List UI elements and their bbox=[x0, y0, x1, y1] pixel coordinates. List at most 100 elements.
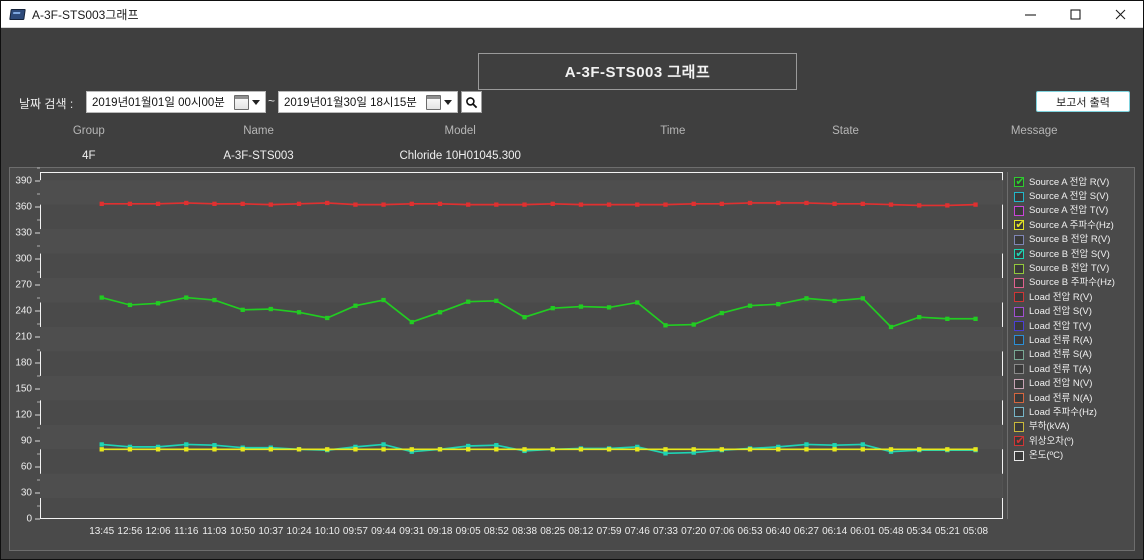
table-row[interactable]: 4F A-3F-STS003 Chloride 10H01045.300 bbox=[1, 150, 1143, 162]
legend-item[interactable]: Source A 전압 S(V) bbox=[1008, 189, 1130, 203]
legend-checkbox[interactable] bbox=[1014, 364, 1024, 374]
legend-checkbox[interactable] bbox=[1014, 292, 1024, 302]
legend-item[interactable]: 온도(ºC) bbox=[1008, 448, 1130, 462]
chart-data-point bbox=[720, 311, 724, 315]
chart-plot-area[interactable] bbox=[40, 172, 1003, 498]
cell-time bbox=[580, 150, 766, 162]
chart-data-point bbox=[128, 303, 132, 307]
chart-data-point bbox=[381, 442, 385, 446]
chart-data-point bbox=[945, 203, 949, 207]
y-axis-tick-label: 390 bbox=[15, 175, 32, 186]
legend-checkbox[interactable] bbox=[1014, 321, 1024, 331]
legend-checkbox[interactable]: ✔ bbox=[1014, 220, 1024, 230]
legend-checkbox[interactable] bbox=[1014, 264, 1024, 274]
chart-data-point bbox=[269, 447, 273, 451]
chart-data-point bbox=[494, 443, 498, 447]
column-header-group[interactable]: Group bbox=[1, 125, 177, 137]
legend-item[interactable]: ✔ Source A 전압 R(V) bbox=[1008, 175, 1130, 189]
y-axis-tick-label: 60 bbox=[21, 461, 32, 472]
legend-checkbox[interactable] bbox=[1014, 379, 1024, 389]
calendar-icon bbox=[426, 95, 441, 110]
legend-checkbox[interactable] bbox=[1014, 393, 1024, 403]
legend-item[interactable]: ✔Source B 전압 S(V) bbox=[1008, 247, 1130, 261]
cell-message bbox=[925, 150, 1143, 162]
chart-data-point bbox=[635, 202, 639, 206]
device-grid: Group Name Model Time State Message 4F A… bbox=[1, 119, 1143, 167]
legend-item-label: Load 전류 T(A) bbox=[1029, 364, 1091, 375]
date-to-picker[interactable]: 2019년01월30일 18시15분 bbox=[278, 91, 458, 113]
legend-item-label: 위상오차(º) bbox=[1029, 436, 1074, 447]
chart-data-point bbox=[861, 296, 865, 300]
legend-checkbox[interactable] bbox=[1014, 422, 1024, 432]
chart-data-point bbox=[832, 443, 836, 447]
legend-checkbox[interactable]: ✔ bbox=[1014, 177, 1024, 187]
chart-data-point bbox=[241, 308, 245, 312]
legend-checkbox[interactable] bbox=[1014, 235, 1024, 245]
search-button[interactable] bbox=[461, 91, 482, 113]
legend-checkbox[interactable]: ✔ bbox=[1014, 249, 1024, 259]
legend-item[interactable]: ✔ 위상오차(º) bbox=[1008, 434, 1130, 448]
chart-data-point bbox=[748, 201, 752, 205]
legend-item[interactable]: Load 전압 S(V) bbox=[1008, 305, 1130, 319]
column-header-message[interactable]: Message bbox=[925, 125, 1143, 137]
legend-checkbox[interactable] bbox=[1014, 407, 1024, 417]
legend-checkbox[interactable] bbox=[1014, 350, 1024, 360]
legend-item[interactable]: Load 전류 T(A) bbox=[1008, 362, 1130, 376]
y-axis-tick-label: 360 bbox=[15, 201, 32, 212]
x-axis-tick-label: 10:37 bbox=[258, 526, 283, 537]
legend-item[interactable]: Source B 전압 R(V) bbox=[1008, 233, 1130, 247]
legend-checkbox[interactable] bbox=[1014, 206, 1024, 216]
chevron-down-icon[interactable] bbox=[444, 100, 452, 105]
legend-item[interactable]: Load 전류 N(A) bbox=[1008, 391, 1130, 405]
chart-data-point bbox=[663, 323, 667, 327]
chart-data-point bbox=[128, 202, 132, 206]
legend-checkbox[interactable] bbox=[1014, 307, 1024, 317]
legend-item[interactable]: Load 전압 R(V) bbox=[1008, 290, 1130, 304]
x-axis-tick-label: 09:57 bbox=[343, 526, 368, 537]
legend-item[interactable]: Load 전류 S(A) bbox=[1008, 348, 1130, 362]
legend-item-label: Source A 전압 R(V) bbox=[1029, 177, 1109, 188]
legend-item[interactable]: Load 전압 T(V) bbox=[1008, 319, 1130, 333]
date-from-picker[interactable]: 2019년01월01일 00시00분 bbox=[86, 91, 266, 113]
legend-item[interactable]: Load 전류 R(A) bbox=[1008, 333, 1130, 347]
chart-data-point bbox=[663, 447, 667, 451]
y-axis-tick-label: 270 bbox=[15, 279, 32, 290]
chart-data-point bbox=[522, 315, 526, 319]
legend-checkbox[interactable] bbox=[1014, 451, 1024, 461]
chart-data-point bbox=[353, 447, 357, 451]
legend-item-label: Source B 전압 R(V) bbox=[1029, 234, 1110, 245]
legend-item[interactable]: Source B 전압 T(V) bbox=[1008, 261, 1130, 275]
legend-item[interactable]: Source B 주파수(Hz) bbox=[1008, 276, 1130, 290]
legend-checkbox[interactable] bbox=[1014, 192, 1024, 202]
chart-band bbox=[40, 327, 1003, 351]
legend-checkbox[interactable] bbox=[1014, 278, 1024, 288]
chart-data-point bbox=[100, 442, 104, 446]
legend-checkbox[interactable] bbox=[1014, 335, 1024, 345]
column-header-time[interactable]: Time bbox=[580, 125, 766, 137]
column-header-model[interactable]: Model bbox=[340, 125, 580, 137]
chart-data-point bbox=[945, 317, 949, 321]
chevron-down-icon[interactable] bbox=[252, 100, 260, 105]
date-range-separator: ~ bbox=[268, 94, 275, 108]
y-axis-tick-label: 300 bbox=[15, 253, 32, 264]
column-header-name[interactable]: Name bbox=[177, 125, 341, 137]
chart-data-point bbox=[381, 298, 385, 302]
legend-item[interactable]: ✔Source A 주파수(Hz) bbox=[1008, 218, 1130, 232]
chart-data-point bbox=[212, 202, 216, 206]
legend-item[interactable]: Load 주파수(Hz) bbox=[1008, 405, 1130, 419]
legend-item[interactable]: Source A 전압 T(V) bbox=[1008, 204, 1130, 218]
legend-item-label: Source A 전압 S(V) bbox=[1029, 191, 1109, 202]
legend-item-label: Load 전류 N(A) bbox=[1029, 393, 1092, 404]
chart-data-point bbox=[804, 442, 808, 446]
report-export-button[interactable]: 보고서 출력 bbox=[1036, 91, 1130, 112]
legend-item[interactable]: 부하(kVA) bbox=[1008, 420, 1130, 434]
y-axis-tick-label: 150 bbox=[15, 383, 32, 394]
column-header-state[interactable]: State bbox=[766, 125, 926, 137]
chart-data-point bbox=[128, 447, 132, 451]
minimize-button[interactable] bbox=[1008, 1, 1053, 27]
x-axis-tick-label: 06:14 bbox=[822, 526, 847, 537]
maximize-button[interactable] bbox=[1053, 1, 1098, 27]
legend-checkbox[interactable]: ✔ bbox=[1014, 436, 1024, 446]
legend-item[interactable]: Load 전압 N(V) bbox=[1008, 376, 1130, 390]
close-button[interactable] bbox=[1098, 1, 1143, 27]
